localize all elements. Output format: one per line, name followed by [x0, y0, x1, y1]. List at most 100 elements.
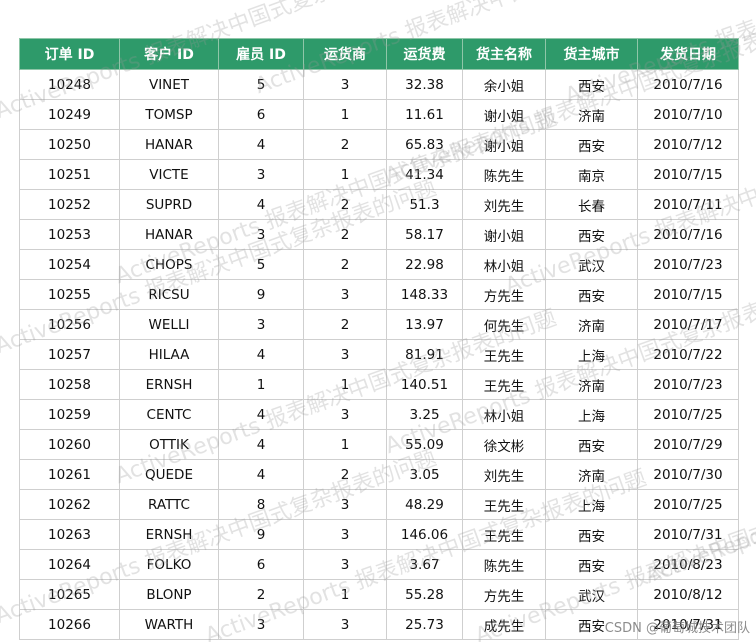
- cell-employee-id: 5: [218, 249, 304, 280]
- header-ship-name[interactable]: 货主名称: [462, 38, 546, 70]
- cell-freight: 41.34: [386, 159, 463, 190]
- cell-ship-date: 2010/7/15: [637, 159, 739, 190]
- header-ship-city[interactable]: 货主城市: [545, 38, 638, 70]
- cell-employee-id: 4: [218, 339, 304, 370]
- cell-customer-id: BLONP: [119, 579, 219, 610]
- cell-employee-id: 3: [218, 219, 304, 250]
- table-row[interactable]: 10265 BLONP 2 1 55.28 方先生 武汉 2010/8/12: [19, 579, 739, 610]
- cell-ship-date: 2010/7/25: [637, 489, 739, 520]
- cell-ship-name: 余小姐: [462, 69, 546, 100]
- table-row[interactable]: 10260 OTTIK 4 1 55.09 徐文彬 西安 2010/7/29: [19, 429, 739, 460]
- cell-order-id: 10254: [19, 249, 120, 280]
- table-row[interactable]: 10254 CHOPS 5 2 22.98 林小姐 武汉 2010/7/23: [19, 249, 739, 280]
- cell-customer-id: HILAA: [119, 339, 219, 370]
- cell-ship-date: 2010/7/23: [637, 369, 739, 400]
- cell-shipper: 3: [303, 399, 387, 430]
- cell-freight: 65.83: [386, 129, 463, 160]
- cell-employee-id: 4: [218, 399, 304, 430]
- header-freight[interactable]: 运货费: [386, 38, 463, 70]
- cell-ship-city: 武汉: [545, 579, 638, 610]
- cell-ship-name: 陈先生: [462, 549, 546, 580]
- cell-order-id: 10265: [19, 579, 120, 610]
- cell-ship-name: 成先生: [462, 609, 546, 640]
- cell-shipper: 2: [303, 129, 387, 160]
- table-row[interactable]: 10251 VICTE 3 1 41.34 陈先生 南京 2010/7/15: [19, 159, 739, 190]
- cell-ship-name: 何先生: [462, 309, 546, 340]
- cell-ship-name: 刘先生: [462, 459, 546, 490]
- cell-customer-id: ERNSH: [119, 369, 219, 400]
- cell-ship-date: 2010/7/16: [637, 219, 739, 250]
- header-ship-date[interactable]: 发货日期: [637, 38, 739, 70]
- cell-ship-date: 2010/7/25: [637, 399, 739, 430]
- cell-freight: 13.97: [386, 309, 463, 340]
- cell-shipper: 1: [303, 579, 387, 610]
- cell-ship-city: 上海: [545, 399, 638, 430]
- cell-order-id: 10264: [19, 549, 120, 580]
- cell-employee-id: 4: [218, 189, 304, 220]
- cell-order-id: 10250: [19, 129, 120, 160]
- cell-shipper: 1: [303, 429, 387, 460]
- table-body: 10248 VINET 5 3 32.38 余小姐 西安 2010/7/16 10249 TOMS…: [19, 69, 739, 640]
- cell-employee-id: 9: [218, 519, 304, 550]
- table-row[interactable]: 10259 CENTC 4 3 3.25 林小姐 上海 2010/7/25: [19, 399, 739, 430]
- cell-shipper: 3: [303, 279, 387, 310]
- table-row[interactable]: 10263 ERNSH 9 3 146.06 王先生 西安 2010/7/31: [19, 519, 739, 550]
- header-order-id[interactable]: 订单 ID: [19, 38, 120, 70]
- cell-ship-name: 谢小姐: [462, 219, 546, 250]
- cell-employee-id: 3: [218, 159, 304, 190]
- cell-customer-id: HANAR: [119, 129, 219, 160]
- header-customer-id[interactable]: 客户 ID: [119, 38, 219, 70]
- cell-shipper: 1: [303, 99, 387, 130]
- cell-shipper: 1: [303, 369, 387, 400]
- cell-freight: 81.91: [386, 339, 463, 370]
- cell-ship-name: 徐文彬: [462, 429, 546, 460]
- cell-freight: 32.38: [386, 69, 463, 100]
- cell-employee-id: 8: [218, 489, 304, 520]
- cell-order-id: 10262: [19, 489, 120, 520]
- report-sheet: 订单 ID 客户 ID 雇员 ID 运货商 运货费 货主名称 货主城市 发货日期…: [0, 0, 756, 642]
- cell-freight: 3.05: [386, 459, 463, 490]
- table-row[interactable]: 10262 RATTC 8 3 48.29 王先生 上海 2010/7/25: [19, 489, 739, 520]
- table-row[interactable]: 10255 RICSU 9 3 148.33 方先生 西安 2010/7/15: [19, 279, 739, 310]
- cell-customer-id: CENTC: [119, 399, 219, 430]
- header-shipper[interactable]: 运货商: [303, 38, 387, 70]
- cell-customer-id: ERNSH: [119, 519, 219, 550]
- table-row[interactable]: 10256 WELLI 3 2 13.97 何先生 济南 2010/7/17: [19, 309, 739, 340]
- cell-ship-date: 2010/7/22: [637, 339, 739, 370]
- cell-order-id: 10266: [19, 609, 120, 640]
- table-row[interactable]: 10248 VINET 5 3 32.38 余小姐 西安 2010/7/16: [19, 69, 739, 100]
- cell-ship-city: 西安: [545, 69, 638, 100]
- header-employee-id[interactable]: 雇员 ID: [218, 38, 304, 70]
- table-row[interactable]: 10258 ERNSH 1 1 140.51 王先生 济南 2010/7/23: [19, 369, 739, 400]
- cell-ship-name: 林小姐: [462, 399, 546, 430]
- cell-shipper: 3: [303, 519, 387, 550]
- cell-customer-id: WELLI: [119, 309, 219, 340]
- cell-employee-id: 6: [218, 549, 304, 580]
- cell-freight: 22.98: [386, 249, 463, 280]
- cell-ship-city: 长春: [545, 189, 638, 220]
- cell-customer-id: SUPRD: [119, 189, 219, 220]
- table-row[interactable]: 10253 HANAR 3 2 58.17 谢小姐 西安 2010/7/16: [19, 219, 739, 250]
- cell-freight: 58.17: [386, 219, 463, 250]
- cell-ship-name: 刘先生: [462, 189, 546, 220]
- table-row[interactable]: 10252 SUPRD 4 2 51.3 刘先生 长春 2010/7/11: [19, 189, 739, 220]
- table-row[interactable]: 10264 FOLKO 6 3 3.67 陈先生 西安 2010/8/23: [19, 549, 739, 580]
- cell-ship-date: 2010/8/12: [637, 579, 739, 610]
- cell-freight: 3.67: [386, 549, 463, 580]
- table-row[interactable]: 10249 TOMSP 6 1 11.61 谢小姐 济南 2010/7/10: [19, 99, 739, 130]
- cell-shipper: 2: [303, 189, 387, 220]
- cell-ship-city: 济南: [545, 369, 638, 400]
- cell-shipper: 3: [303, 549, 387, 580]
- cell-ship-date: 2010/7/16: [637, 69, 739, 100]
- table-row[interactable]: 10261 QUEDE 4 2 3.05 刘先生 济南 2010/7/30: [19, 459, 739, 490]
- cell-ship-date: 2010/7/10: [637, 99, 739, 130]
- table-row[interactable]: 10257 HILAA 4 3 81.91 王先生 上海 2010/7/22: [19, 339, 739, 370]
- table-row[interactable]: 10250 HANAR 4 2 65.83 谢小姐 西安 2010/7/12: [19, 129, 739, 160]
- cell-order-id: 10251: [19, 159, 120, 190]
- cell-employee-id: 6: [218, 99, 304, 130]
- cell-ship-city: 西安: [545, 219, 638, 250]
- cell-ship-name: 王先生: [462, 489, 546, 520]
- cell-ship-name: 方先生: [462, 579, 546, 610]
- credit-text: CSDN @葡萄城技术团队: [604, 621, 750, 636]
- cell-ship-name: 王先生: [462, 339, 546, 370]
